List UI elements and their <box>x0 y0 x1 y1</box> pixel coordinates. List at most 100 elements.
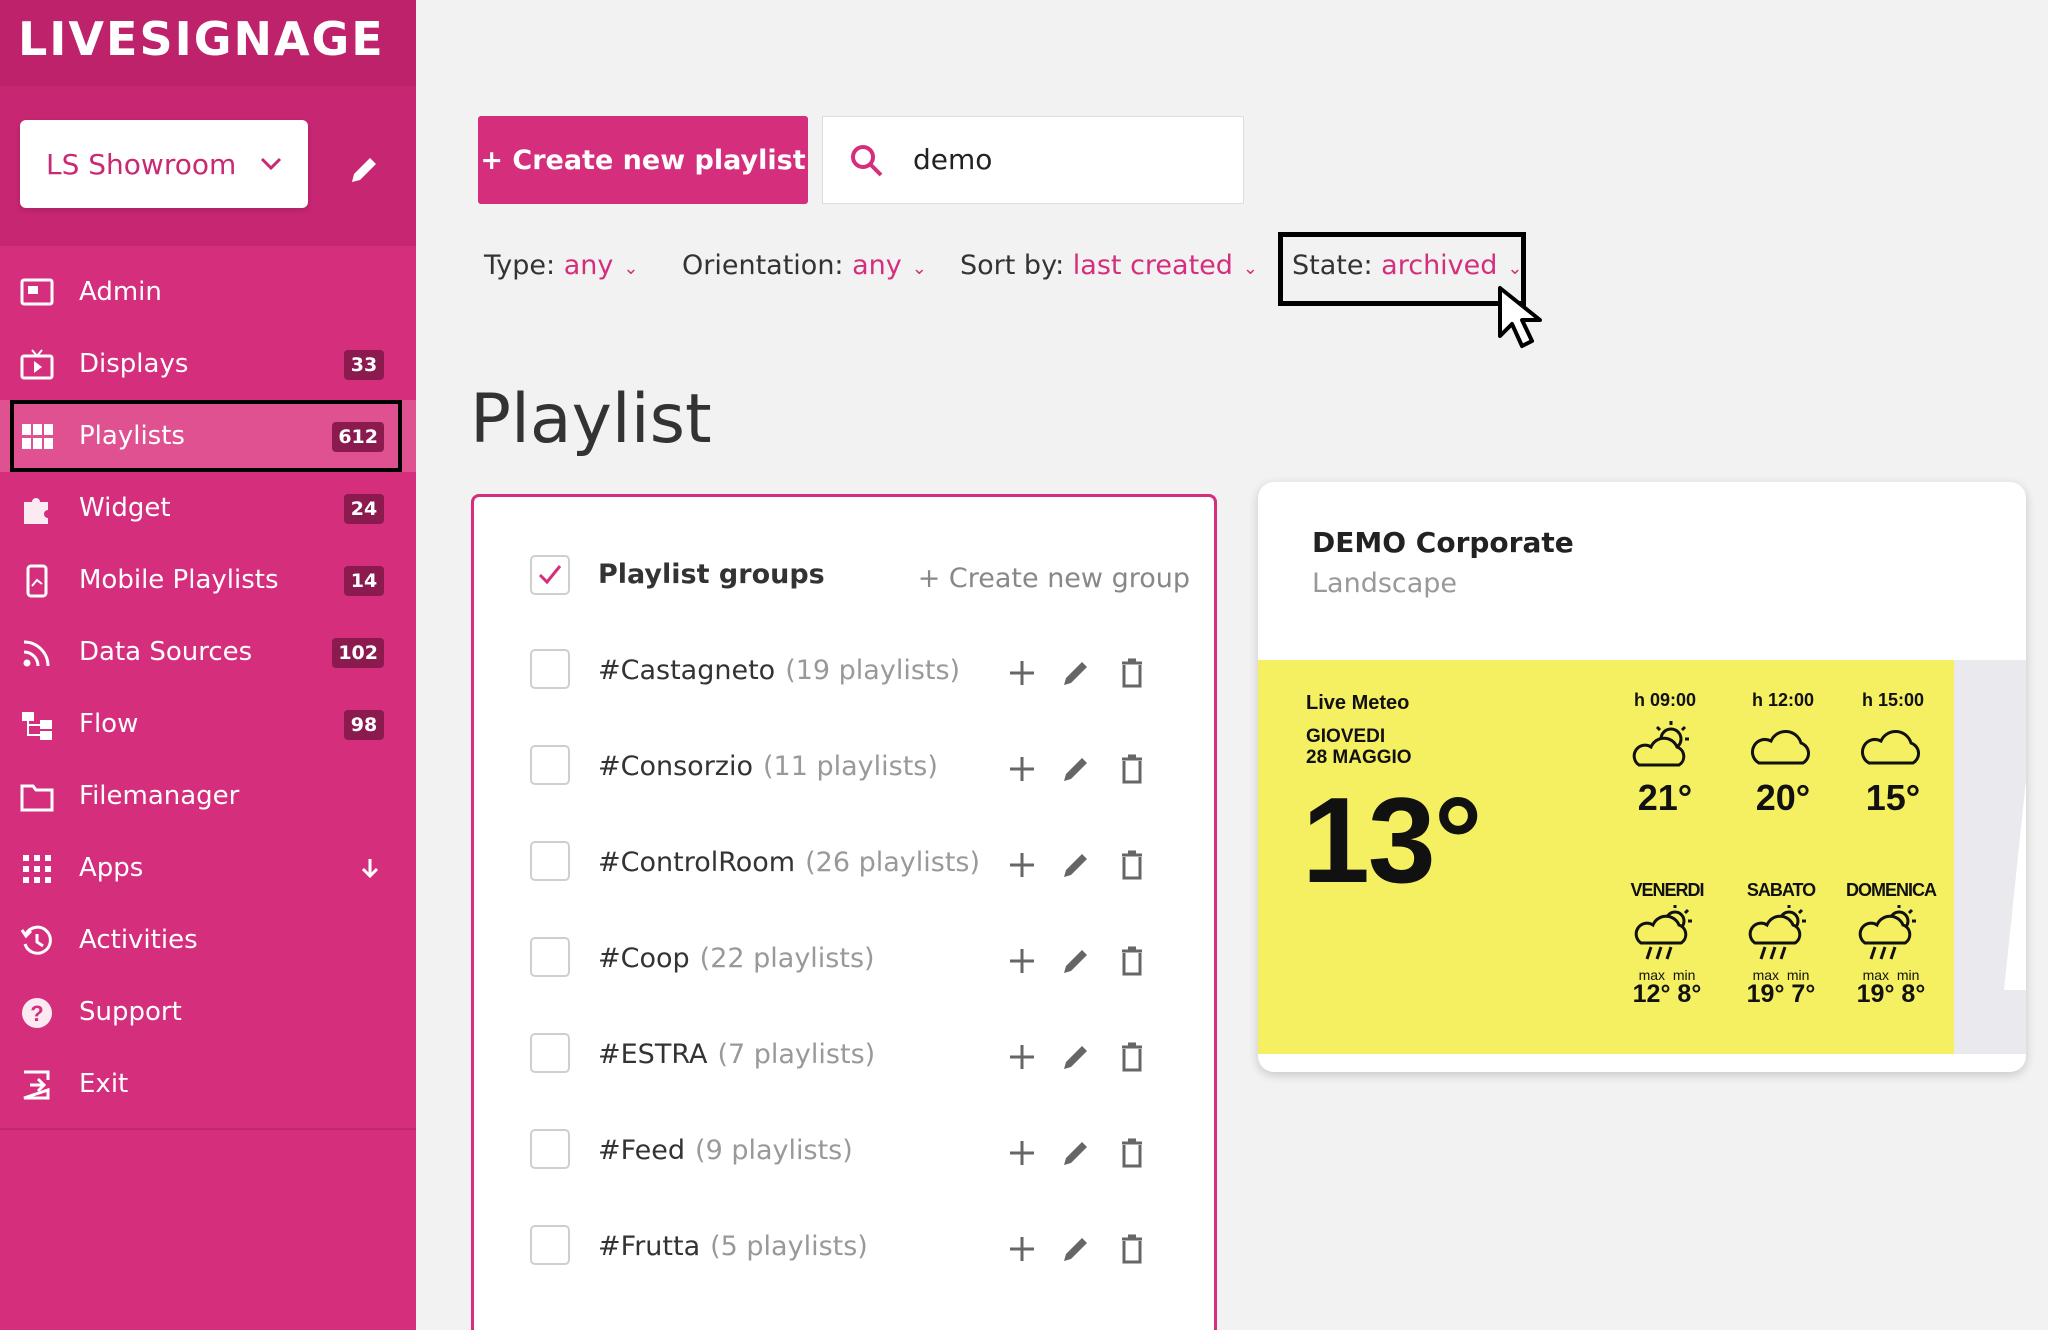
pencil-icon[interactable] <box>1058 1231 1094 1267</box>
forecast-temp: 21° <box>1637 777 1693 818</box>
rss-icon <box>23 640 50 667</box>
hourly-forecast: h 09:00 21° <box>1610 690 1720 819</box>
count-badge: 98 <box>344 710 384 740</box>
mobile-icon <box>26 564 48 598</box>
create-group-link[interactable]: + Create new group <box>918 563 1190 594</box>
group-checkbox[interactable] <box>530 649 570 689</box>
search-icon <box>851 145 883 177</box>
group-name[interactable]: #Castagneto <box>598 655 775 686</box>
partly-cloudy-icon <box>1632 721 1689 767</box>
count-badge: 612 <box>332 422 384 452</box>
hourly-forecast: h 12:00 20° <box>1728 690 1838 819</box>
group-checkbox[interactable] <box>530 841 570 881</box>
group-checkbox[interactable] <box>530 1129 570 1169</box>
trash-icon[interactable] <box>1114 655 1150 691</box>
group-name[interactable]: #Feed <box>598 1135 685 1166</box>
pencil-icon[interactable] <box>1058 751 1094 787</box>
group-count: (22 playlists) <box>699 943 875 974</box>
sidebar-item-label: Filemanager <box>79 781 240 811</box>
sidebar-item-admin[interactable]: Admin <box>0 256 416 328</box>
sidebar-item-widget[interactable]: Widget 24 <box>0 472 416 544</box>
search-input[interactable]: demo <box>822 116 1244 204</box>
logo-bar: LIVESIGNAGE <box>0 0 416 86</box>
add-icon[interactable] <box>1004 1039 1040 1075</box>
sidebar-item-activities[interactable]: Activities <box>0 904 416 976</box>
trash-icon[interactable] <box>1114 943 1150 979</box>
svg-text:?: ? <box>30 1001 43 1026</box>
hourly-forecast: h 15:00 15° <box>1838 690 1948 819</box>
pencil-icon[interactable] <box>1058 1135 1094 1171</box>
group-checkbox[interactable] <box>530 937 570 977</box>
chevron-down-icon: ⌄ <box>1242 258 1259 279</box>
group-name[interactable]: #Coop <box>598 943 690 974</box>
group-name[interactable]: #ESTRA <box>598 1039 707 1070</box>
arrow-down-icon[interactable] <box>358 856 382 880</box>
weather-day: GIOVEDI <box>1306 726 1386 747</box>
sidebar-item-mobile-playlists[interactable]: Mobile Playlists 14 <box>0 544 416 616</box>
trash-icon[interactable] <box>1114 1135 1150 1171</box>
list-item: #Frutta (5 playlists) <box>530 1225 1190 1275</box>
sidebar-item-filemanager[interactable]: Filemanager <box>0 760 416 832</box>
group-checkbox[interactable] <box>530 1225 570 1265</box>
min-temp: 7° <box>1791 980 1816 1008</box>
add-icon[interactable] <box>1004 1135 1040 1171</box>
playlist-orientation: Landscape <box>1312 568 1458 599</box>
filter-label: Sort by: <box>960 250 1065 281</box>
sidebar-divider <box>0 1128 416 1130</box>
group-count: (26 playlists) <box>805 847 981 878</box>
playlist-title: DEMO Corporate <box>1312 526 1574 559</box>
filter-sort[interactable]: Sort by: last created ⌄ <box>960 250 1258 281</box>
chevron-down-icon: ⌄ <box>623 258 639 279</box>
pencil-icon[interactable] <box>1058 655 1094 691</box>
pencil-icon[interactable] <box>1058 943 1094 979</box>
account-selector[interactable]: LS Showroom <box>20 120 308 208</box>
account-area: LS Showroom <box>0 86 416 246</box>
forecast-temp: 15° <box>1865 777 1921 818</box>
search-value: demo <box>913 143 993 176</box>
group-name[interactable]: #Frutta <box>598 1231 700 1262</box>
trash-icon[interactable] <box>1114 1039 1150 1075</box>
playlist-preview: Live Meteo GIOVEDI 28 MAGGIO 13° h 09:00… <box>1258 660 1954 1054</box>
flow-icon <box>22 712 52 740</box>
sidebar-item-data-sources[interactable]: Data Sources 102 <box>0 616 416 688</box>
create-playlist-button[interactable]: + Create new playlist <box>478 116 808 204</box>
pencil-icon[interactable] <box>1058 847 1094 883</box>
sidebar-item-flow[interactable]: Flow 98 <box>0 688 416 760</box>
filter-type[interactable]: Type: any ⌄ <box>484 250 638 281</box>
group-name[interactable]: #Consorzio <box>598 751 753 782</box>
group-name[interactable]: #ControlRoom <box>598 847 795 878</box>
list-item: #Castagneto (19 playlists) <box>530 649 1190 699</box>
sidebar-item-label: Admin <box>79 277 162 307</box>
add-icon[interactable] <box>1004 943 1040 979</box>
pencil-icon[interactable] <box>344 150 384 190</box>
trash-icon[interactable] <box>1114 847 1150 883</box>
pencil-icon[interactable] <box>1058 1039 1094 1075</box>
add-icon[interactable] <box>1004 751 1040 787</box>
sidebar-item-apps[interactable]: Apps <box>0 832 416 904</box>
trash-icon[interactable] <box>1114 1231 1150 1267</box>
sidebar-item-exit[interactable]: Exit <box>0 1048 416 1120</box>
filter-label: Type: <box>484 250 556 281</box>
sidebar-item-support[interactable]: ? Support <box>0 976 416 1048</box>
group-count: (9 playlists) <box>695 1135 853 1166</box>
trash-icon[interactable] <box>1114 751 1150 787</box>
add-icon[interactable] <box>1004 655 1040 691</box>
count-badge: 33 <box>344 350 384 380</box>
sidebar-item-label: Data Sources <box>79 637 253 667</box>
account-name: LS Showroom <box>46 147 237 181</box>
playlist-card[interactable]: DEMO Corporate Landscape Live Meteo GIOV… <box>1258 482 2026 1072</box>
add-icon[interactable] <box>1004 1231 1040 1267</box>
select-all-checkbox[interactable] <box>530 555 570 595</box>
group-checkbox[interactable] <box>530 745 570 785</box>
sidebar-item-displays[interactable]: Displays 33 <box>0 328 416 400</box>
sidebar-item-playlists[interactable]: Playlists 612 <box>0 400 416 472</box>
group-checkbox[interactable] <box>530 1033 570 1073</box>
mouse-cursor-icon <box>1498 286 1542 348</box>
widget-title: Live Meteo <box>1306 692 1410 714</box>
filter-orientation[interactable]: Orientation: any ⌄ <box>682 250 927 281</box>
apps-icon <box>23 855 51 883</box>
preview-side-panel <box>1954 660 2026 1054</box>
check-icon <box>538 565 562 585</box>
groups-header: Playlist groups + Create new group <box>530 555 1190 605</box>
add-icon[interactable] <box>1004 847 1040 883</box>
